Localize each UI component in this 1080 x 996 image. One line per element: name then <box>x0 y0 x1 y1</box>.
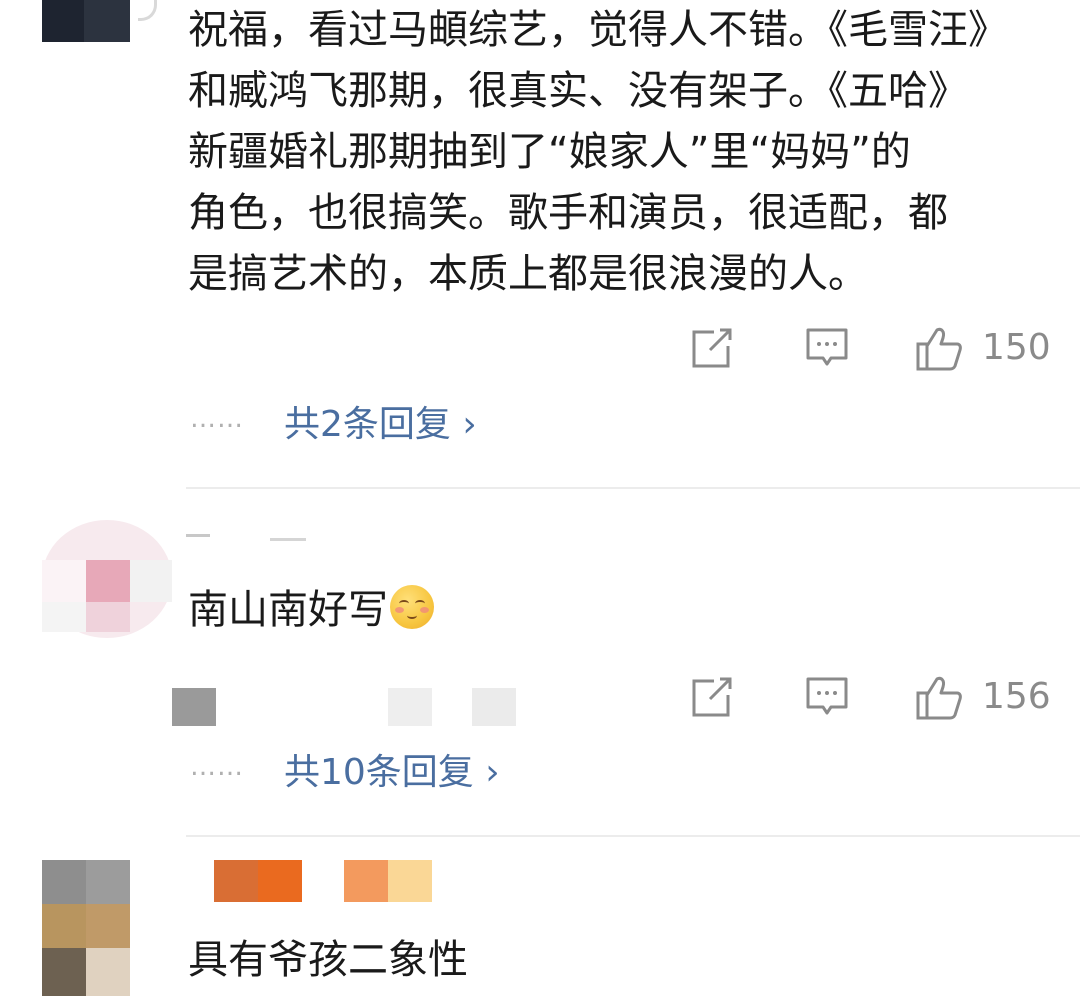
thumbs-up-icon[interactable] <box>915 675 963 725</box>
meta-placeholder <box>472 688 516 726</box>
replies-label: 共2条回复 › <box>284 404 477 445</box>
username-placeholder <box>270 538 306 541</box>
comment-feed: 祝福，看过马頔综艺，觉得人不错。《毛雪汪》 和臧鸿飞那期，很真实、没有架子。《五… <box>0 0 1080 996</box>
ellipsis: …… <box>190 404 244 434</box>
divider <box>186 487 1080 489</box>
comment-actions: 150 <box>660 320 1060 376</box>
share-icon[interactable] <box>690 326 734 374</box>
comment-line: 是搞艺术的，本质上都是很浪漫的人。 <box>188 251 868 297</box>
ellipsis: …… <box>190 752 244 782</box>
avatar[interactable] <box>42 860 172 996</box>
username-placeholder <box>214 860 258 902</box>
blushing-smile-emoji-icon <box>390 585 434 629</box>
comment-line: 具有爷孩二象性 <box>188 937 468 983</box>
username-placeholder <box>388 860 432 902</box>
avatar[interactable] <box>42 520 172 638</box>
comment-line: 和臧鸿飞那期，很真实、没有架子。《五哈》 <box>188 68 968 114</box>
comment-line: 新疆婚礼那期抽到了“娘家人”里“妈妈”的 <box>188 129 911 175</box>
username-placeholder <box>344 860 388 902</box>
comment-line: 南山南好写 <box>188 587 388 633</box>
username-placeholder <box>186 534 210 537</box>
like-count: 156 <box>982 676 1051 717</box>
meta-placeholder <box>388 688 432 726</box>
comment-actions: 156 <box>660 669 1060 725</box>
share-icon[interactable] <box>690 675 734 723</box>
comment-text: 南山南好写 <box>188 580 434 641</box>
username-placeholder <box>258 860 302 902</box>
replies-label: 共10条回复 › <box>284 752 500 793</box>
comment-text: 祝福，看过马頔综艺，觉得人不错。《毛雪汪》 和臧鸿飞那期，很真实、没有架子。《五… <box>188 0 1008 305</box>
comment-text: 具有爷孩二象性 <box>188 930 468 991</box>
thumbs-up-icon[interactable] <box>915 326 963 376</box>
avatar-border <box>138 0 157 21</box>
avatar[interactable] <box>42 0 130 42</box>
divider <box>186 835 1080 837</box>
comment-icon[interactable] <box>805 675 849 723</box>
meta-placeholder <box>172 688 216 726</box>
comment-line: 角色，也很搞笑。歌手和演员，很适配，都 <box>188 190 948 236</box>
comment-icon[interactable] <box>805 326 849 374</box>
comment-line: 祝福，看过马頔综艺，觉得人不错。《毛雪汪》 <box>188 7 1008 53</box>
like-count: 150 <box>982 327 1051 368</box>
